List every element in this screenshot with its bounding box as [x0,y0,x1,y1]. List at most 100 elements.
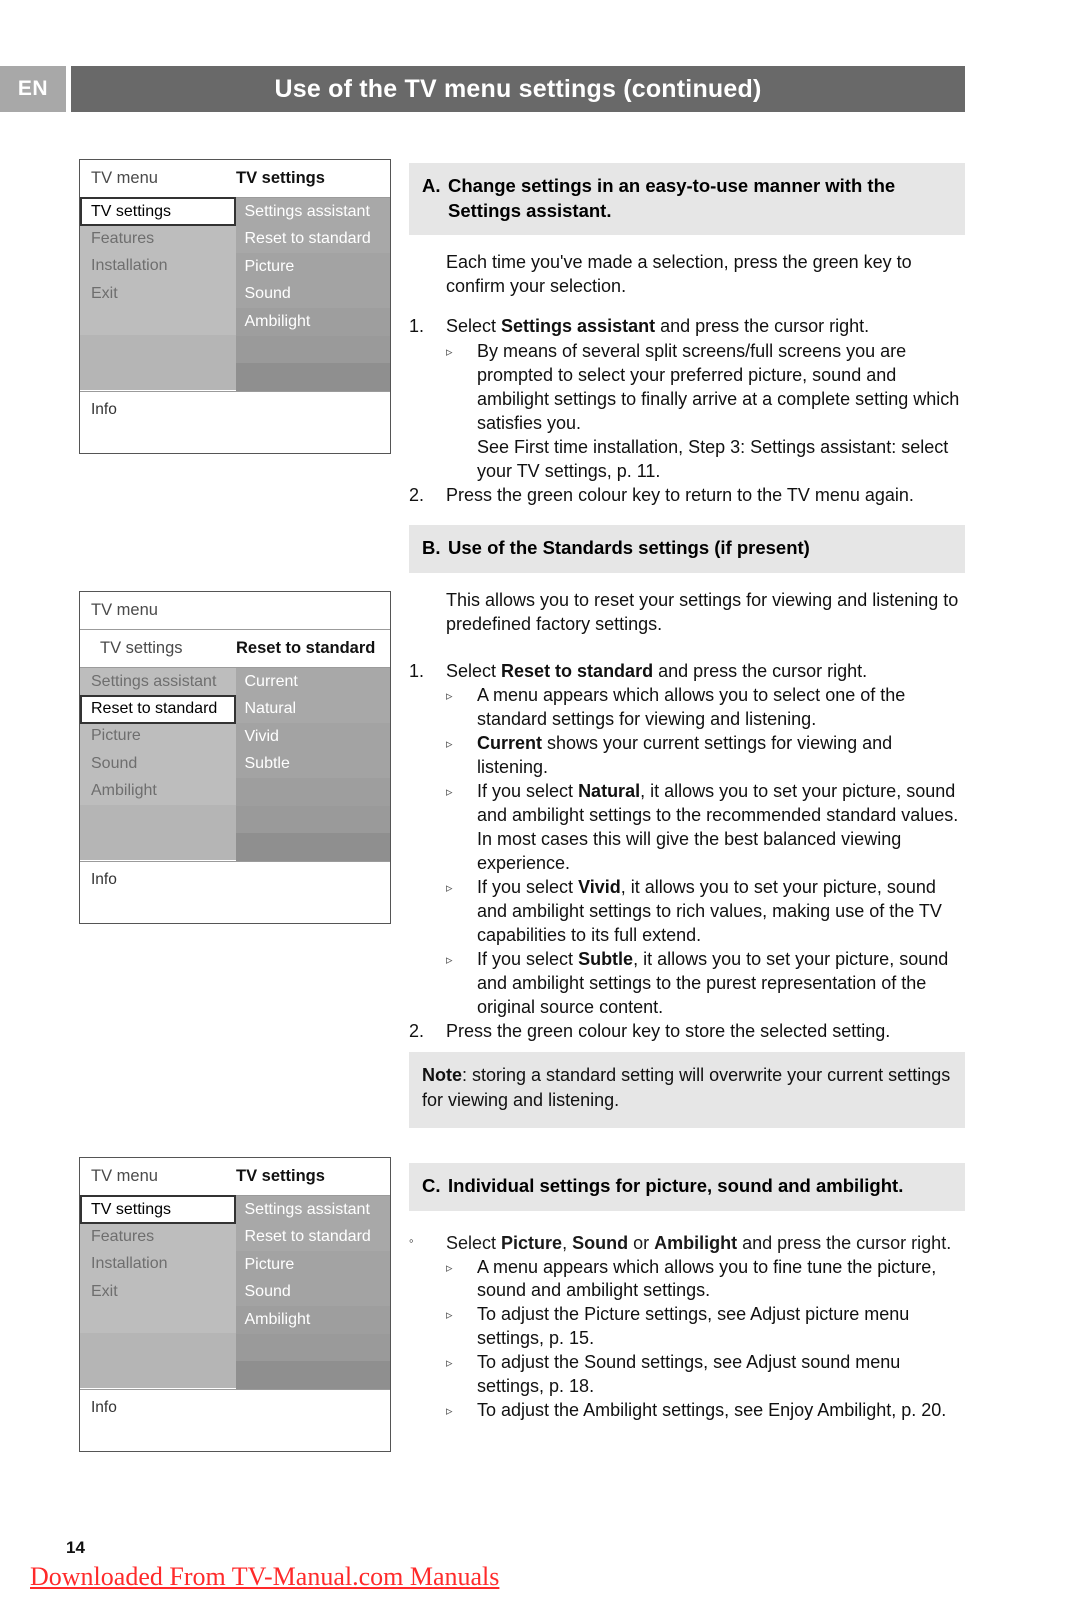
tv-menu-screenshot-a: TV menu TV settings TV settings Features… [79,159,391,454]
menu-item[interactable]: Installation [80,252,236,280]
menu-subheader-left: TV settings [100,639,183,657]
section-b-step-1: 1. Select Reset to standard and press th… [409,660,965,684]
menu-header-right: TV settings [236,1167,325,1185]
menu-item-empty [80,1360,236,1388]
section-b-note: Note: storing a standard setting will ov… [409,1052,965,1129]
bullet-text: To adjust the Sound settings, see Adjust… [477,1352,901,1397]
menu-info-panel: Info [80,1388,390,1451]
menu-item[interactable]: Ambilight [80,777,236,805]
submenu-item-empty [235,778,390,806]
menu-header: TV menu [80,592,390,630]
menu-item-empty [80,335,236,363]
bullet-text: Current shows your current settings for … [477,733,893,778]
section-b-letter: B. [422,537,441,558]
bullet-text: Select Picture, Sound or Ambilight and p… [446,1232,952,1253]
menu-right-column: Settings assistant Reset to standard Pic… [235,1196,390,1389]
section-b-heading-text: Use of the Standards settings (if presen… [448,537,810,558]
menu-item[interactable]: Features [80,225,236,253]
triangle-bullet-icon: ▹ [446,688,453,704]
triangle-bullet-icon: ▹ [446,1355,453,1371]
submenu-item[interactable]: Sound [235,280,390,308]
menu-item-selected[interactable]: Reset to standard [80,694,236,724]
section-a-heading-line2: Settings assistant. [448,199,612,221]
bullet-text: If you select Subtle, it allows you to s… [477,948,949,1017]
menu-item[interactable]: Features [80,1223,236,1251]
menu-header-left: TV menu [91,169,158,187]
menu-left-column: Settings assistant Reset to standard Pic… [80,668,236,861]
section-b-intro: This allows you to reset your settings f… [446,589,959,634]
menu-right-column: Settings assistant Reset to standard Pic… [235,198,390,391]
menu-item[interactable]: Sound [80,750,236,778]
bullet-text: By means of several split screens/full s… [477,341,960,481]
triangle-bullet-icon: ▹ [446,879,453,895]
bullet-text: To adjust the Ambilight settings, see En… [477,1400,947,1421]
menu-item-empty [80,307,236,335]
submenu-item[interactable]: Natural [235,695,390,723]
menu-item-empty [80,1333,236,1361]
menu-info-panel: Info [80,860,390,923]
section-c-bullet-4: ▹ To adjust the Ambilight settings, see … [446,1399,965,1423]
section-c-bullet-2: ▹ To adjust the Picture settings, see Ad… [446,1303,965,1351]
manual-page: EN Use of the TV menu settings (continue… [0,0,1080,1620]
menu-item[interactable]: Settings assistant [80,668,236,696]
step-number: 2. [409,484,425,505]
section-b-bullet-3: ▹ If you select Natural, it allows you t… [446,780,965,876]
menu-body: TV settings Features Installation Exit S… [80,1195,390,1389]
triangle-bullet-icon: ▹ [446,784,453,800]
triangle-bullet-icon: ▹ [446,951,453,967]
menu-body: TV settings Features Installation Exit S… [80,197,390,391]
submenu-item[interactable]: Reset to standard [235,1223,390,1251]
section-c-letter: C. [422,1175,441,1196]
submenu-item[interactable]: Sound [235,1278,390,1306]
section-b: B. Use of the Standards settings (if pre… [409,525,965,1129]
menu-item-empty [80,1305,236,1333]
section-a-intro: Each time you've made a selection, press… [446,252,912,297]
language-badge: EN [0,66,66,112]
menu-item-empty [80,832,236,860]
download-watermark[interactable]: Downloaded From TV-Manual.com Manuals [30,1562,499,1592]
submenu-item[interactable]: Reset to standard [235,225,390,253]
section-a-bullet-1: ▹ By means of several split screens/full… [446,340,965,484]
menu-item[interactable]: Exit [80,1278,236,1306]
tv-menu-screenshot-c: TV menu TV settings TV settings Features… [79,1157,391,1452]
submenu-item[interactable]: Subtle [235,750,390,778]
section-a-heading-line1: Change settings in an easy-to-use manner… [448,175,896,196]
submenu-item[interactable]: Picture [235,1251,390,1279]
section-c: C. Individual settings for picture, soun… [409,1163,965,1423]
circle-bullet-icon: ◦ [409,1232,414,1248]
bullet-text: A menu appears which allows you to fine … [477,1256,937,1301]
menu-item-empty [80,362,236,390]
submenu-item[interactable]: Ambilight [235,1306,390,1334]
submenu-item[interactable]: Vivid [235,723,390,751]
submenu-item[interactable]: Settings assistant [235,198,390,226]
section-c-bullet-3: ▹ To adjust the Sound settings, see Adju… [446,1351,965,1399]
section-b-bullet-2: ▹ Current shows your current settings fo… [446,732,965,780]
menu-right-column: Current Natural Vivid Subtle [235,668,390,861]
submenu-item-empty [235,335,390,363]
menu-item-selected[interactable]: TV settings [80,1195,236,1224]
menu-item[interactable]: Picture [80,722,236,750]
page-header: EN Use of the TV menu settings (continue… [0,66,965,112]
submenu-item[interactable]: Picture [235,253,390,281]
submenu-item[interactable]: Ambilight [235,308,390,336]
menu-item[interactable]: Installation [80,1250,236,1278]
tv-menu-screenshot-b: TV menu TV settings Reset to standard Se… [79,591,391,924]
section-c-heading-text: Individual settings for picture, sound a… [448,1175,904,1196]
menu-header: TV menu TV settings [80,1158,390,1196]
section-c-heading: C. Individual settings for picture, soun… [409,1163,965,1211]
section-c-bullet-1: ▹ A menu appears which allows you to fin… [446,1256,965,1304]
menu-subheader: TV settings Reset to standard [80,630,390,668]
submenu-item[interactable]: Settings assistant [235,1196,390,1224]
section-b-bullet-4: ▹ If you select Vivid, it allows you to … [446,876,965,948]
page-number: 14 [66,1538,85,1557]
menu-left-column: TV settings Features Installation Exit [80,1195,236,1389]
triangle-bullet-icon: ▹ [446,1403,453,1419]
submenu-item[interactable]: Current [235,668,390,696]
section-b-bullet-1: ▹ A menu appears which allows you to sel… [446,684,965,732]
menu-header-right: TV settings [236,169,325,187]
section-a-letter: A. [422,175,441,196]
submenu-item-empty [235,363,390,391]
menu-item[interactable]: Exit [80,280,236,308]
section-a-step-1: 1. Select Settings assistant and press t… [409,315,965,339]
menu-item-selected[interactable]: TV settings [80,197,236,226]
